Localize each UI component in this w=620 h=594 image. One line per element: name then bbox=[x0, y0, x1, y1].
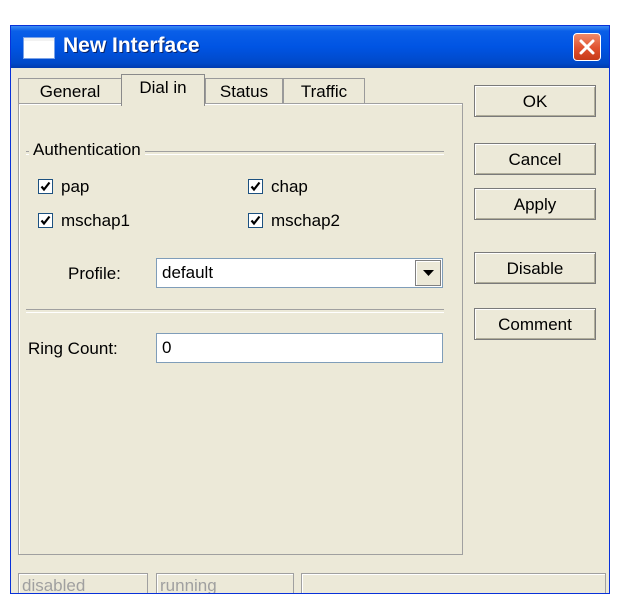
tab-status[interactable]: Status bbox=[205, 78, 283, 104]
profile-select[interactable]: default bbox=[156, 258, 443, 288]
tab-label: Status bbox=[219, 82, 269, 101]
status-disabled: disabled bbox=[18, 573, 148, 593]
status-running: running bbox=[156, 573, 294, 593]
profile-label: Profile: bbox=[68, 264, 121, 283]
mschap1-checkbox[interactable] bbox=[38, 213, 53, 228]
window-icon bbox=[24, 38, 54, 58]
profile-value: default bbox=[162, 263, 214, 282]
profile-dropdown-button[interactable] bbox=[415, 260, 441, 286]
chap-checkbox[interactable] bbox=[248, 179, 263, 194]
tab-label: Traffic bbox=[300, 82, 348, 101]
separator bbox=[26, 309, 444, 313]
mschap2-label: mschap2 bbox=[271, 211, 340, 230]
new-interface-window: New Interface General Dial in Status Tra… bbox=[10, 25, 610, 594]
status-bar: disabled running bbox=[11, 571, 609, 593]
mschap2-checkbox[interactable] bbox=[248, 213, 263, 228]
tab-label: Dial in bbox=[139, 78, 187, 97]
tab-label: General bbox=[39, 82, 101, 101]
dial-in-panel bbox=[18, 103, 463, 555]
cancel-button[interactable]: Cancel bbox=[474, 143, 596, 175]
window-title: New Interface bbox=[63, 34, 200, 57]
apply-button[interactable]: Apply bbox=[474, 188, 596, 220]
status-extra bbox=[301, 573, 606, 593]
tab-dial-in[interactable]: Dial in bbox=[121, 74, 205, 106]
chap-label: chap bbox=[271, 177, 308, 196]
tab-traffic[interactable]: Traffic bbox=[283, 78, 365, 104]
tab-general[interactable]: General bbox=[18, 78, 122, 104]
close-button[interactable] bbox=[573, 33, 601, 61]
authentication-legend: Authentication bbox=[29, 140, 145, 160]
title-bar[interactable]: New Interface bbox=[11, 26, 609, 68]
ring-count-input[interactable]: 0 bbox=[156, 333, 443, 363]
pap-label: pap bbox=[61, 177, 90, 196]
disable-button[interactable]: Disable bbox=[474, 252, 596, 284]
pap-checkbox[interactable] bbox=[38, 179, 53, 194]
ok-button[interactable]: OK bbox=[474, 85, 596, 117]
comment-button[interactable]: Comment bbox=[474, 308, 596, 340]
ring-count-label: Ring Count: bbox=[28, 339, 118, 358]
mschap1-label: mschap1 bbox=[61, 211, 130, 230]
